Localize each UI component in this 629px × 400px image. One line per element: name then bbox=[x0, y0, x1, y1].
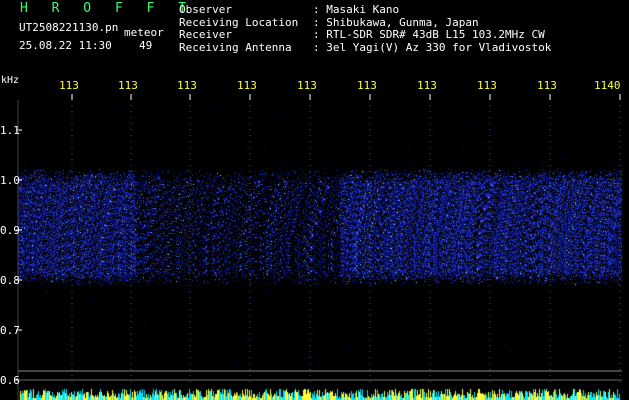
x-tick: 113 bbox=[59, 79, 79, 92]
x-tick: 1140 bbox=[594, 79, 621, 92]
meteor-count: 49 bbox=[139, 39, 153, 52]
y-tick: 0.7 bbox=[0, 324, 20, 337]
noise-layer bbox=[0, 0, 629, 400]
timestamp: 25.08.22 11:30 bbox=[19, 39, 112, 52]
info-value-antenna: : 3el Yagi(V) Az 330 for Vladivostok bbox=[313, 40, 552, 54]
y-axis-unit: kHz bbox=[1, 75, 20, 86]
y-tick: 0.9 bbox=[0, 224, 20, 237]
y-tick: 0.8 bbox=[0, 274, 20, 287]
spectrogram-noise bbox=[0, 0, 629, 400]
info-values: : Masaki Kano : Shibukawa, Gunma, Japan … bbox=[313, 3, 552, 54]
x-tick: 113 bbox=[297, 79, 317, 92]
info-label-receiver: Receiver bbox=[179, 28, 232, 41]
info-value-receiver: : RTL-SDR SDR# 43dB L15 103.2MHz CW bbox=[313, 28, 545, 41]
y-tick: 0.6 bbox=[0, 374, 20, 387]
station-title: H R O F F T bbox=[20, 1, 195, 16]
y-tick: 1.1 bbox=[0, 124, 20, 137]
info-value-observer: : Masaki Kano bbox=[313, 3, 400, 16]
x-tick: 113 bbox=[477, 79, 497, 92]
info-label-antenna: Receiving Antenna bbox=[179, 40, 292, 54]
y-tick: 1.0 bbox=[0, 174, 20, 187]
spectrogram-canvas bbox=[0, 0, 629, 400]
spectrogram-screen: H R O F F T UT2508221130.pn meteor 25.08… bbox=[0, 0, 629, 400]
x-tick: 113 bbox=[417, 79, 437, 92]
x-tick: 113 bbox=[177, 79, 197, 92]
x-tick: 113 bbox=[537, 79, 557, 92]
info-labels: Observer Receiving Location Receiver Rec… bbox=[179, 3, 298, 54]
info-label-observer: Observer bbox=[179, 3, 232, 16]
x-tick: 113 bbox=[118, 79, 138, 92]
filename-label: UT2508221130.pn bbox=[19, 21, 119, 34]
x-tick: 113 bbox=[237, 79, 257, 92]
meteor-tag: meteor bbox=[124, 26, 164, 39]
x-tick: 113 bbox=[357, 79, 377, 92]
